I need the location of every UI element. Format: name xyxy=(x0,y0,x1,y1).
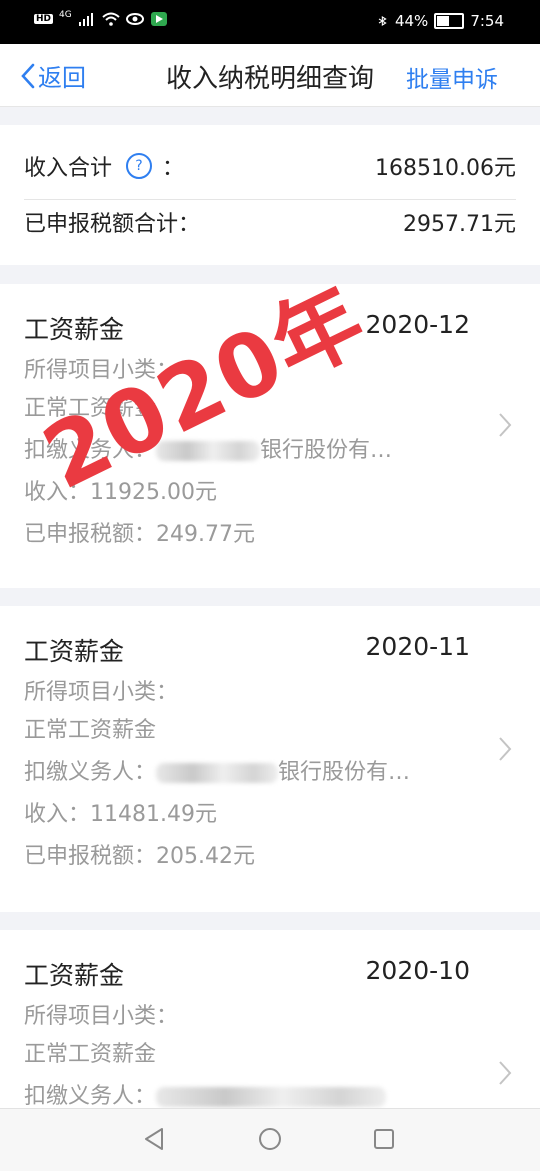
square-recent-icon[interactable] xyxy=(370,1125,398,1153)
record-item[interactable]: 工资薪金 2020-12 所得项目小类： 正常工资薪金 扣缴义务人： 银行股份有…… xyxy=(0,284,540,588)
record-sub-value: 正常工资薪金 xyxy=(24,718,157,743)
record-payer-row: 扣缴义务人： 银行股份有… xyxy=(24,754,410,786)
tax-total-row: 已申报税额合计： 2957.71元 xyxy=(24,189,516,255)
record-payer-suffix: 银行股份有… xyxy=(260,438,393,463)
chevron-left-icon xyxy=(21,63,35,88)
eye-icon xyxy=(125,13,144,25)
record-tax: 已申报税额：205.42元 xyxy=(24,844,255,869)
chevron-right-icon xyxy=(499,1061,512,1085)
help-icon[interactable]: ? xyxy=(126,153,153,179)
record-date: 2020-11 xyxy=(365,632,470,661)
record-item[interactable]: 工资薪金 2020-11 所得项目小类： 正常工资薪金 扣缴义务人： 银行股份有…… xyxy=(0,606,540,912)
redacted-block xyxy=(156,1087,387,1107)
signal-icon xyxy=(78,13,93,26)
record-date: 2020-12 xyxy=(365,310,470,339)
chevron-right-icon xyxy=(499,413,512,437)
record-payer-row: 扣缴义务人： xyxy=(24,1078,387,1108)
triangle-back-icon[interactable] xyxy=(140,1125,168,1153)
redacted-block xyxy=(156,441,261,461)
back-button[interactable]: 返回 xyxy=(20,58,86,93)
hd-badge: HD xyxy=(34,14,54,24)
wifi-icon xyxy=(102,12,120,26)
record-payer-label: 扣缴义务人： xyxy=(24,438,157,463)
tax-total-label: 已申报税额合计： xyxy=(24,212,201,237)
record-item[interactable]: 工资薪金 2020-10 所得项目小类： 正常工资薪金 扣缴义务人： xyxy=(0,930,540,1108)
record-sub-value: 正常工资薪金 xyxy=(24,396,157,421)
back-label: 返回 xyxy=(38,64,86,92)
income-total-label-group: 收入合计 ? ： xyxy=(24,150,184,182)
bluetooth-icon xyxy=(378,16,387,26)
record-income: 收入：11925.00元 xyxy=(24,480,217,505)
record-sub-label: 所得项目小类： xyxy=(24,358,179,383)
record-payer-label: 扣缴义务人： xyxy=(24,1084,157,1108)
record-category: 工资薪金 xyxy=(24,315,125,344)
record-date: 2020-10 xyxy=(365,956,470,985)
summary-card: 收入合计 ? ： 168510.06元 已申报税额合计： 2957.71元 xyxy=(0,125,540,265)
record-sub-label: 所得项目小类： xyxy=(24,1004,179,1029)
redacted-block xyxy=(156,763,279,783)
record-category: 工资薪金 xyxy=(24,637,125,666)
status-right: 44% 7:54 xyxy=(377,12,504,30)
income-total-label: 收入合计 xyxy=(24,156,113,181)
system-nav-bar xyxy=(0,1108,540,1171)
income-total-value: 168510.06元 xyxy=(375,156,516,181)
record-payer-label: 扣缴义务人： xyxy=(24,760,157,785)
record-payer-suffix: 银行股份有… xyxy=(278,760,411,785)
batch-appeal-button[interactable]: 批量申诉 xyxy=(406,60,498,94)
network-type: 4G xyxy=(59,10,72,20)
record-sub-label: 所得项目小类： xyxy=(24,680,179,705)
status-bar: HD 4G 44% 7:54 xyxy=(0,0,540,44)
record-category: 工资薪金 xyxy=(24,961,125,990)
income-total-colon: ： xyxy=(162,156,185,181)
tax-total-value: 2957.71元 xyxy=(403,212,516,237)
battery-percent: 44% xyxy=(394,12,429,30)
nav-bar: 返回 收入纳税明细查询 批量申诉 xyxy=(0,44,540,107)
status-left: HD 4G xyxy=(34,10,168,26)
chevron-right-icon xyxy=(499,737,512,761)
record-sub-value: 正常工资薪金 xyxy=(24,1042,157,1067)
battery-icon xyxy=(434,13,465,29)
status-time: 7:54 xyxy=(470,12,504,30)
app-notification-icon xyxy=(150,12,167,26)
record-tax: 已申报税额：249.77元 xyxy=(24,522,255,547)
record-payer-row: 扣缴义务人： 银行股份有… xyxy=(24,432,392,464)
circle-home-icon[interactable] xyxy=(256,1125,284,1153)
record-income: 收入：11481.49元 xyxy=(24,802,217,827)
